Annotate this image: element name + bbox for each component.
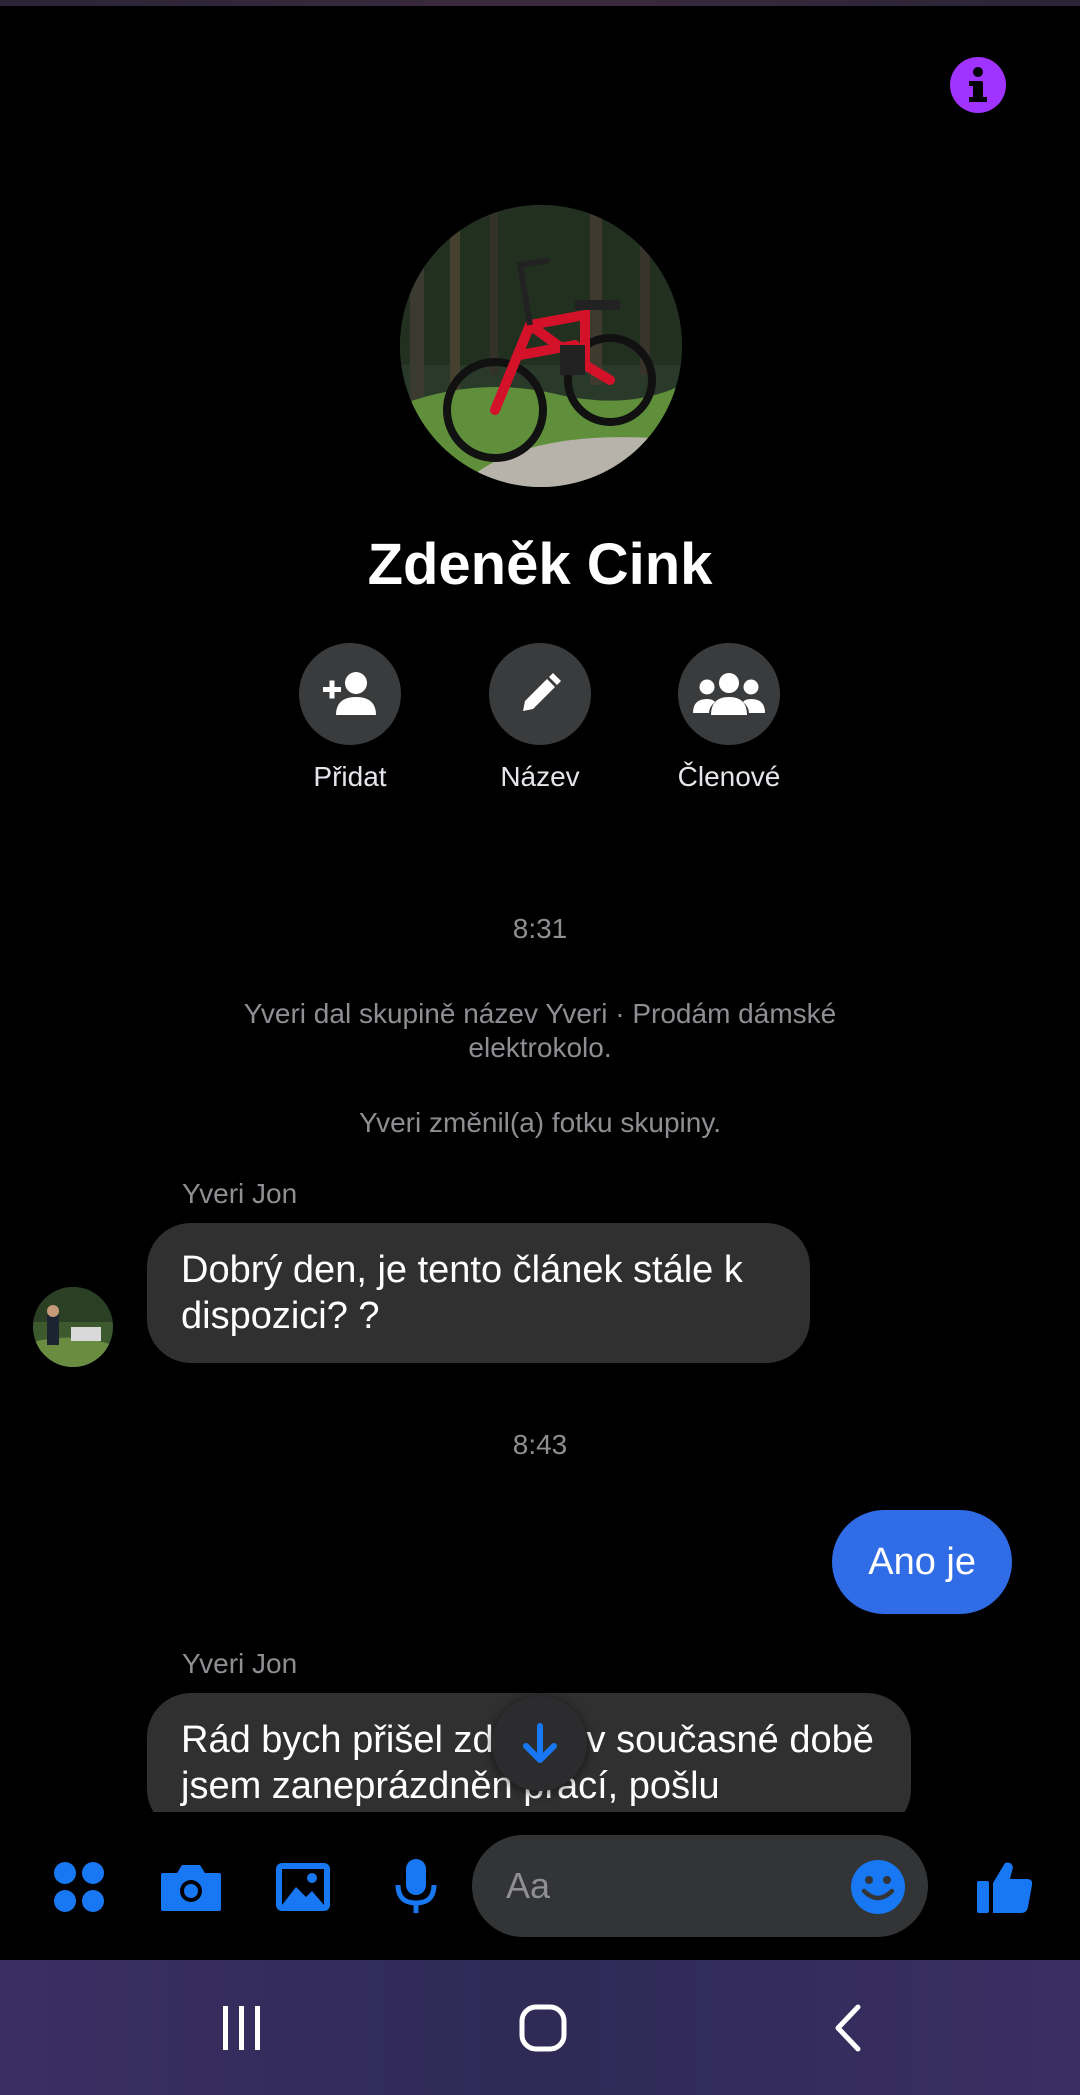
sender-avatar[interactable]: [33, 1287, 113, 1367]
arrow-down-icon: [522, 1722, 557, 1763]
pencil-icon: [489, 643, 591, 745]
timestamp: 8:43: [512, 1429, 568, 1460]
sender-name: Yveri Jon: [182, 1648, 298, 1679]
thumbs-up-icon[interactable]: [973, 1855, 1037, 1919]
add-person-icon: [299, 643, 401, 745]
rename-button[interactable]: Název: [450, 643, 630, 797]
message-input[interactable]: Aa: [472, 1835, 928, 1937]
microphone-icon[interactable]: [384, 1855, 448, 1919]
add-member-label: Přidat: [313, 761, 387, 792]
members-label: Členové: [677, 761, 781, 792]
message-bubble-outgoing[interactable]: Ano je: [832, 1510, 1012, 1614]
gallery-icon[interactable]: [271, 1855, 335, 1919]
emoji-icon[interactable]: [850, 1859, 906, 1915]
system-message-photo: Yveri změnil(a) fotku skupiny.: [358, 1107, 722, 1138]
conversation-title: Zdeněk Cink: [367, 532, 713, 597]
sender-name: Yveri Jon: [182, 1178, 298, 1209]
members-button[interactable]: Členové: [639, 643, 819, 797]
info-icon[interactable]: [950, 57, 1006, 113]
back-icon[interactable]: [818, 2000, 878, 2056]
message-input-placeholder: Aa: [506, 1865, 551, 1906]
home-icon[interactable]: [513, 2000, 573, 2056]
recent-apps-icon[interactable]: [212, 2000, 272, 2056]
group-icon: [678, 643, 780, 745]
apps-icon[interactable]: [47, 1855, 111, 1919]
message-bubble-incoming[interactable]: Dobrý den, je tento článek stále k dispo…: [147, 1223, 810, 1363]
add-member-button[interactable]: Přidat: [260, 643, 440, 797]
timestamp: 8:31: [512, 913, 568, 944]
status-bar-strip: [0, 0, 1080, 6]
group-photo[interactable]: [400, 205, 682, 487]
system-message-rename: Yveri dal skupině název Yveri · Prodám d…: [243, 998, 837, 1063]
camera-icon[interactable]: [159, 1855, 223, 1919]
rename-label: Název: [500, 761, 580, 792]
scroll-to-bottom-button[interactable]: [492, 1696, 587, 1791]
